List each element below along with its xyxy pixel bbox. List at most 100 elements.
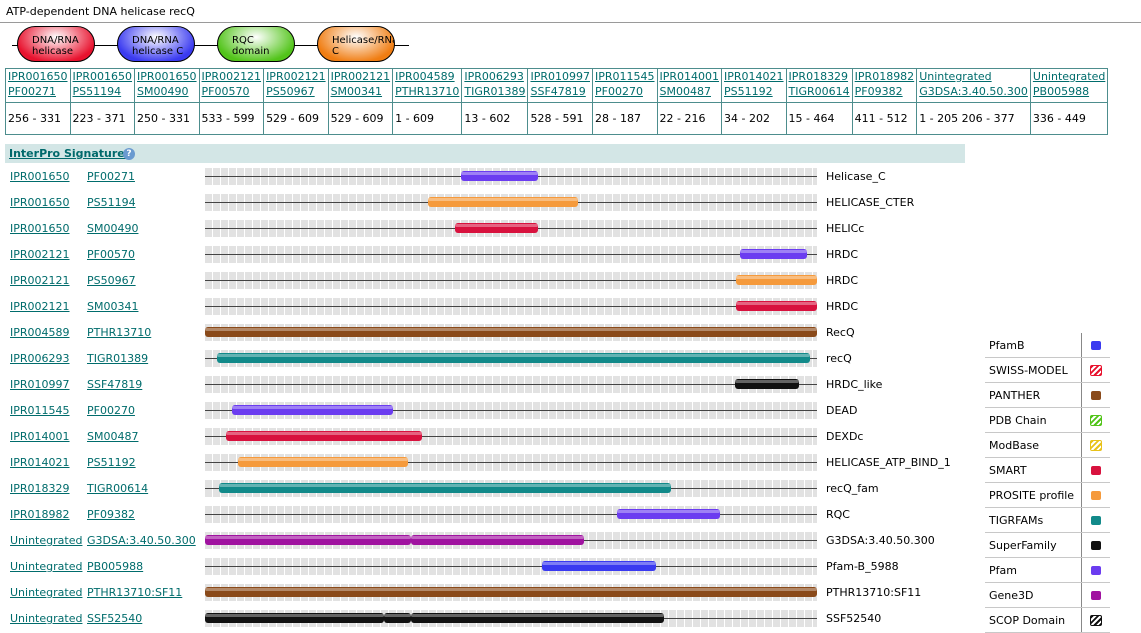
match-bar[interactable] [411,613,665,623]
match-bar[interactable] [217,353,810,363]
match-bar[interactable] [205,613,384,623]
ipr-link[interactable]: IPR001650 [8,70,68,85]
signature-link[interactable]: TIGR01389 [87,352,148,365]
ipr-link[interactable]: IPR018329 [789,70,850,85]
ipr-link[interactable]: IPR002121 [266,70,326,85]
ipr-link[interactable]: IPR006293 [10,352,70,365]
signature-link[interactable]: PF00270 [595,84,655,99]
signature-link[interactable]: PTHR13710:SF11 [87,586,182,599]
domain-pill-3[interactable]: Helicase/RNaseD C [317,26,395,62]
ipr-link[interactable]: IPR010997 [10,378,70,391]
signature-link[interactable]: PS50967 [266,84,326,99]
ipr-link[interactable]: IPR002121 [10,300,70,313]
match-bar[interactable] [411,535,584,545]
ipr-link[interactable]: IPR010997 [530,70,590,85]
ipr-link[interactable]: IPR018329 [10,482,70,495]
ipr-link[interactable]: IPR002121 [10,248,70,261]
ipr-link[interactable]: IPR002121 [202,70,262,85]
signature-link[interactable]: PF00570 [87,248,135,261]
ipr-link[interactable]: IPR001650 [10,196,70,209]
signature-link[interactable]: SM00341 [331,84,391,99]
match-bar[interactable] [238,457,408,467]
signature-link[interactable]: SM00487 [87,430,138,443]
match-bar[interactable] [219,483,672,493]
match-track [205,194,817,211]
signature-name: HELICASE_CTER [826,196,915,209]
match-bar[interactable] [735,275,818,285]
signature-link[interactable]: PB005988 [87,560,143,573]
signature-link[interactable]: PS51192 [724,84,784,99]
domain-pill-1[interactable]: DNA/RNA helicase C [117,26,195,62]
ipr-link[interactable]: IPR001650 [10,222,70,235]
ipr-link[interactable]: IPR001650 [137,70,197,85]
signature-link[interactable]: PF00271 [87,170,135,183]
ipr-link[interactable]: IPR011545 [10,404,70,417]
match-bar[interactable] [383,613,412,623]
match-bar[interactable] [232,405,393,415]
match-bar[interactable] [735,301,818,311]
signature-link[interactable]: SSF47819 [530,84,590,99]
ipr-link[interactable]: Unintegrated [1033,70,1105,85]
match-bar[interactable] [617,509,720,519]
match-bar[interactable] [205,535,411,545]
track-midline [205,306,817,307]
signature-link[interactable]: G3DSA:3.40.50.300 [87,534,196,547]
signature-link[interactable]: TIGR00614 [789,84,850,99]
signature-link[interactable]: PS51192 [87,456,136,469]
match-bar[interactable] [739,249,808,259]
ipr-link[interactable]: IPR004589 [10,326,70,339]
signature-link[interactable]: PS51194 [73,84,133,99]
signature-link[interactable]: SSF52540 [87,612,142,625]
ipr-link[interactable]: Unintegrated [10,612,82,625]
ipr-link[interactable]: Unintegrated [10,586,82,599]
ipr-link[interactable]: IPR014001 [660,70,720,85]
signature-link[interactable]: TIGR01389 [464,84,525,99]
signature-link[interactable]: PB005988 [1033,84,1105,99]
signature-link[interactable]: PF00271 [8,84,68,99]
ipr-link[interactable]: IPR006293 [464,70,525,85]
ipr-link[interactable]: Unintegrated [10,560,82,573]
domain-pill-2[interactable]: RQC domain [217,26,295,62]
match-bar[interactable] [461,171,538,181]
match-bar[interactable] [455,223,539,233]
signature-link[interactable]: PF09382 [87,508,135,521]
signature-row: IPR001650 PS51194 HELICASE_CTER [0,190,990,216]
match-bar[interactable] [428,197,578,207]
help-icon[interactable]: ? [123,148,135,160]
match-bar[interactable] [226,431,423,441]
signature-link[interactable]: PF00570 [202,84,262,99]
ipr-link[interactable]: IPR001650 [10,170,70,183]
signature-link[interactable]: PF09382 [855,84,915,99]
signature-link[interactable]: G3DSA:3.40.50.300 [919,84,1028,99]
signature-link[interactable]: SM00341 [87,300,138,313]
signature-link[interactable]: SM00487 [660,84,720,99]
ipr-link[interactable]: IPR001650 [73,70,133,85]
ipr-link[interactable]: IPR014021 [10,456,70,469]
signature-link[interactable]: PTHR13710 [87,326,151,339]
match-bar[interactable] [734,379,800,389]
signature-link[interactable]: PS51194 [87,196,136,209]
signature-link[interactable]: PTHR13710 [395,84,459,99]
ipr-link[interactable]: IPR004589 [395,70,459,85]
ipr-link[interactable]: IPR018982 [855,70,915,85]
ipr-link[interactable]: IPR014021 [724,70,784,85]
ipr-link[interactable]: IPR002121 [10,274,70,287]
signature-link[interactable]: PF00270 [87,404,135,417]
ipr-link[interactable]: Unintegrated [10,534,82,547]
signature-link[interactable]: PS50967 [87,274,136,287]
table-cell: IPR004589 PTHR13710 [392,68,463,103]
ipr-link[interactable]: Unintegrated [919,70,1028,85]
signature-link[interactable]: SM00490 [137,84,197,99]
signature-link[interactable]: TIGR00614 [87,482,148,495]
ipr-link[interactable]: IPR014001 [10,430,70,443]
ipr-link[interactable]: IPR011545 [595,70,655,85]
domain-pill-0[interactable]: DNA/RNA helicase [17,26,95,62]
signature-link[interactable]: SSF47819 [87,378,142,391]
match-bar[interactable] [205,587,817,597]
match-bar[interactable] [205,327,817,337]
ipr-link[interactable]: IPR018982 [10,508,70,521]
signatures-header-link[interactable]: InterPro Signatures [9,147,131,160]
ipr-link[interactable]: IPR002121 [331,70,391,85]
match-bar[interactable] [541,561,657,571]
signature-link[interactable]: SM00490 [87,222,138,235]
